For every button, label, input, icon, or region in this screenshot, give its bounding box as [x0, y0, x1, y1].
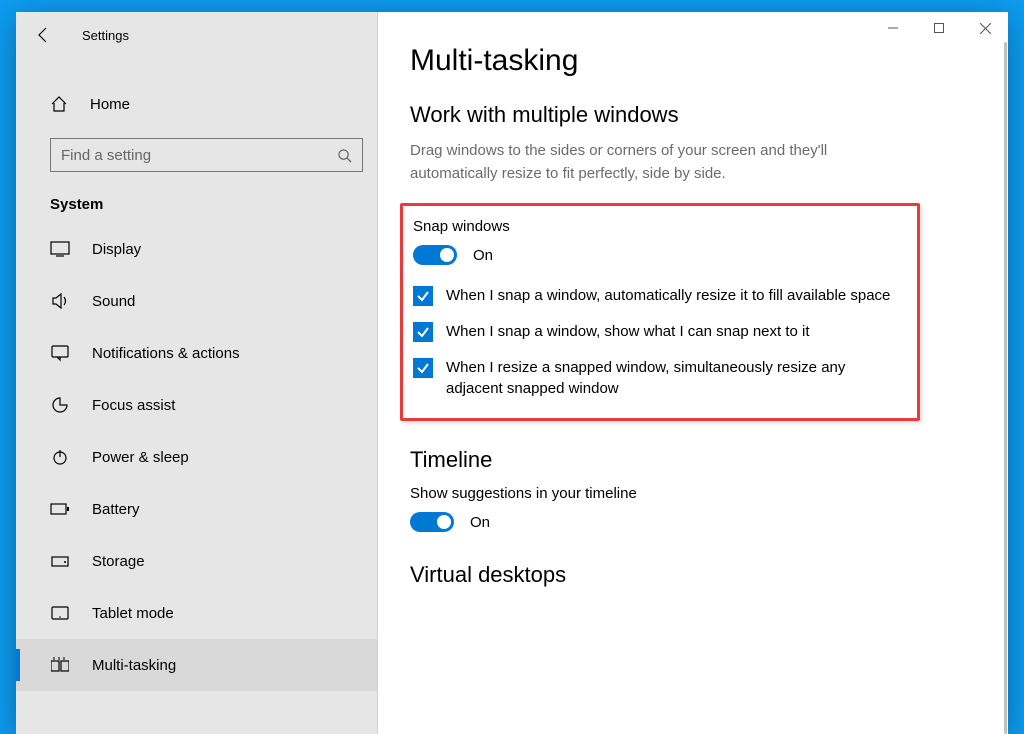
- checkbox-checked-icon[interactable]: [413, 358, 433, 378]
- sidebar-home[interactable]: Home: [16, 78, 377, 130]
- display-icon: [50, 239, 70, 259]
- storage-icon: [50, 551, 70, 571]
- snap-windows-label: Snap windows: [413, 218, 899, 235]
- tablet-icon: [50, 603, 70, 623]
- snap-option-row[interactable]: When I resize a snapped window, simultan…: [413, 357, 893, 401]
- sidebar: Settings Home Find a setting: [16, 12, 378, 734]
- home-icon: [50, 95, 68, 113]
- sidebar-item-label: Display: [92, 241, 141, 258]
- sidebar-item-battery[interactable]: Battery: [16, 483, 377, 535]
- sidebar-item-multitasking[interactable]: Multi-tasking: [16, 639, 377, 691]
- sidebar-item-storage[interactable]: Storage: [16, 535, 377, 587]
- sidebar-item-label: Multi-tasking: [92, 657, 176, 674]
- sidebar-item-focus[interactable]: Focus assist: [16, 379, 377, 431]
- sidebar-item-label: Tablet mode: [92, 605, 174, 622]
- focus-icon: [50, 395, 70, 415]
- sidebar-item-tablet[interactable]: Tablet mode: [16, 587, 377, 639]
- sidebar-item-notifications[interactable]: Notifications & actions: [16, 327, 377, 379]
- sidebar-item-label: Notifications & actions: [92, 345, 240, 362]
- sidebar-item-label: Sound: [92, 293, 135, 310]
- search-icon: [337, 148, 352, 163]
- sidebar-item-power[interactable]: Power & sleep: [16, 431, 377, 483]
- search-input[interactable]: Find a setting: [50, 138, 363, 172]
- section-heading-timeline: Timeline: [410, 447, 974, 473]
- snap-option-row[interactable]: When I snap a window, show what I can sn…: [413, 321, 893, 343]
- sidebar-item-label: Focus assist: [92, 397, 175, 414]
- page-title: Multi-tasking: [410, 44, 974, 78]
- search-placeholder: Find a setting: [61, 147, 151, 164]
- settings-window: Settings Home Find a setting: [16, 12, 1008, 734]
- snap-windows-toggle[interactable]: [413, 245, 457, 265]
- content-area: Multi-tasking Work with multiple windows…: [378, 12, 1008, 734]
- multitasking-icon: [50, 655, 70, 675]
- back-button[interactable]: [34, 26, 52, 44]
- snap-option-row[interactable]: When I snap a window, automatically resi…: [413, 285, 893, 307]
- timeline-toggle-state: On: [470, 514, 490, 531]
- checkbox-checked-icon[interactable]: [413, 286, 433, 306]
- checkbox-checked-icon[interactable]: [413, 322, 433, 342]
- window-body: Settings Home Find a setting: [16, 12, 1008, 734]
- timeline-suggestions-toggle[interactable]: [410, 512, 454, 532]
- window-title: Settings: [82, 28, 129, 43]
- desktop-background: Settings Home Find a setting: [0, 0, 1024, 734]
- sidebar-category: System: [16, 180, 377, 223]
- notifications-icon: [50, 343, 70, 363]
- sidebar-item-label: Power & sleep: [92, 449, 189, 466]
- power-icon: [50, 447, 70, 467]
- section-heading-multiwindow: Work with multiple windows: [410, 102, 974, 128]
- sidebar-item-sound[interactable]: Sound: [16, 275, 377, 327]
- sidebar-item-label: Storage: [92, 553, 145, 570]
- sidebar-item-display[interactable]: Display: [16, 223, 377, 275]
- snap-option-label: When I resize a snapped window, simultan…: [446, 357, 893, 401]
- sidebar-item-label: Battery: [92, 501, 140, 518]
- sidebar-home-label: Home: [90, 96, 130, 113]
- section-description: Drag windows to the sides or corners of …: [410, 140, 890, 185]
- section-heading-virtual: Virtual desktops: [410, 562, 974, 588]
- sidebar-nav: Display Sound Notifications & actions Fo…: [16, 223, 377, 734]
- snap-option-label: When I snap a window, show what I can sn…: [446, 321, 810, 343]
- timeline-suggestions-label: Show suggestions in your timeline: [410, 485, 974, 502]
- snap-toggle-state: On: [473, 247, 493, 264]
- scrollbar[interactable]: [1004, 42, 1007, 734]
- sound-icon: [50, 291, 70, 311]
- sidebar-header: Settings: [16, 12, 377, 58]
- highlight-box: Snap windows On When I snap a window, au…: [400, 203, 920, 421]
- battery-icon: [50, 499, 70, 519]
- snap-option-label: When I snap a window, automatically resi…: [446, 285, 890, 307]
